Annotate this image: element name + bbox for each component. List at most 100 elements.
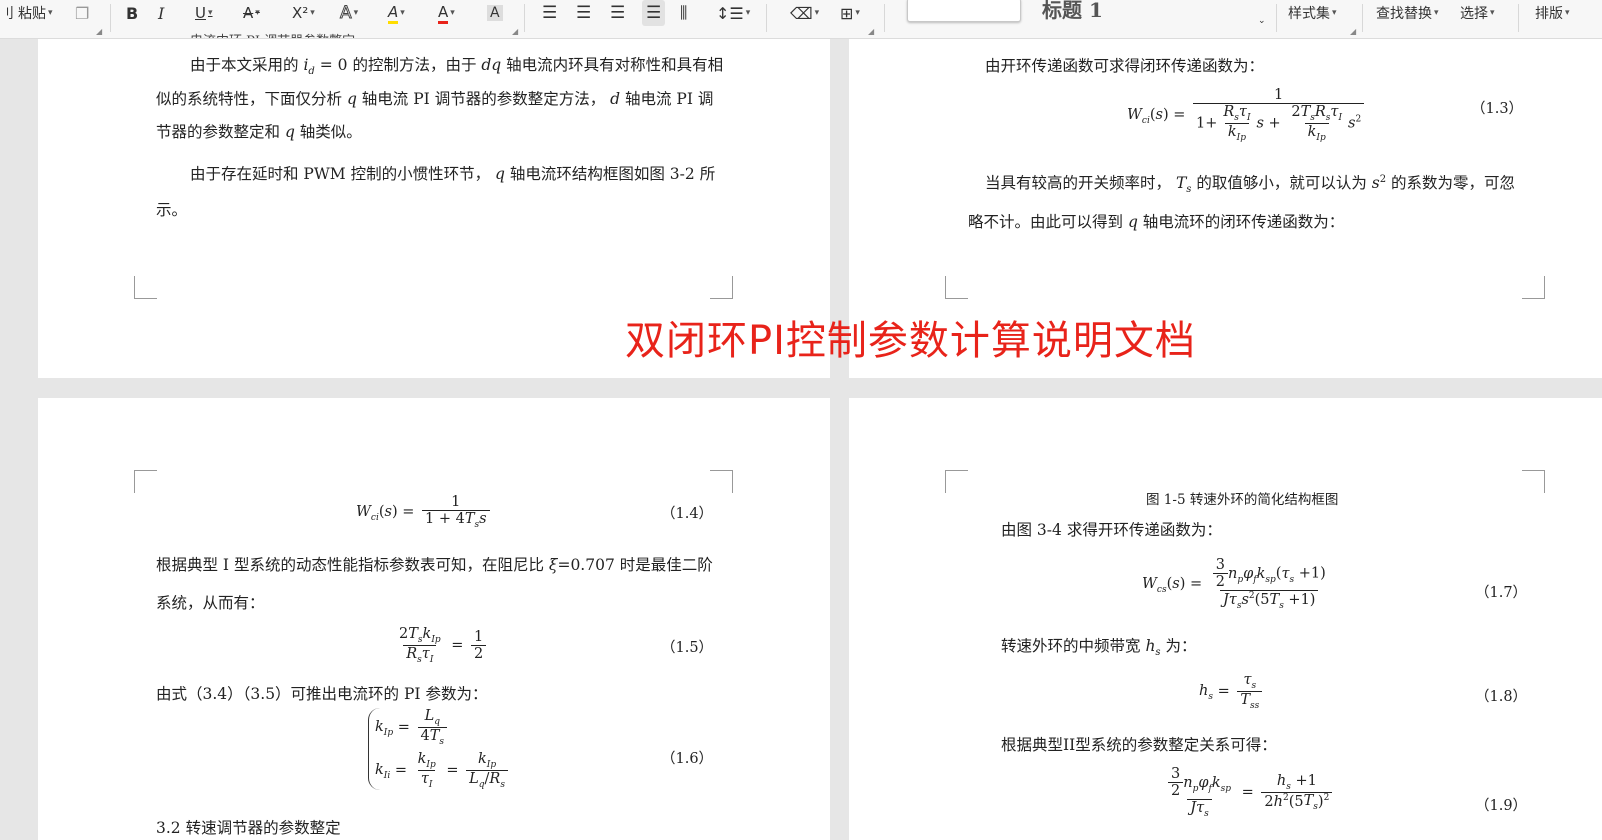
equation-1-3: Wci(s) = 1 1+ RsτI kIp s + 2TsRsτI kIp s2 <box>1127 87 1367 143</box>
paragraph-line: 由于本文采用的 id = 0 的控制方法，由于 dq 轴电流内环具有对称性和具有… <box>190 56 724 78</box>
chevron-down-icon: ▾ <box>1434 8 1439 18</box>
paste-label: 粘贴 <box>18 6 46 22</box>
margin-mark <box>945 470 968 493</box>
dialog-launcher-icon[interactable]: ◢ <box>96 27 102 36</box>
distributed-icon[interactable]: ⫼ <box>680 0 687 26</box>
margin-mark <box>710 470 733 493</box>
chevron-down-icon: ▾ <box>1490 8 1495 18</box>
margin-mark <box>134 276 157 299</box>
underline-label: U <box>195 4 206 22</box>
superscript-button[interactable]: X² ▾ <box>292 0 315 26</box>
chevron-down-icon: ▾ <box>48 8 53 18</box>
equation-number: （1.3） <box>1471 101 1524 117</box>
divider <box>1276 4 1277 32</box>
gallery-more-icon[interactable]: ⌄ <box>1258 16 1266 26</box>
char-shading-icon: A <box>487 5 503 21</box>
paragraph-line: 节器的参数整定和 q 轴类似。 <box>156 123 362 141</box>
divider <box>766 4 767 32</box>
chevron-down-icon: ▾ <box>1332 8 1337 18</box>
find-replace-label: 查找替换 <box>1376 6 1432 22</box>
line-spacing-icon[interactable]: ↕☰ ▾ <box>716 0 750 26</box>
margin-mark <box>945 276 968 299</box>
title-banner: 双闭环PI控制参数计算说明文档 <box>625 318 1196 364</box>
strikethrough-button[interactable]: A ▾ <box>243 0 260 26</box>
equation-number: （1.5） <box>661 640 714 656</box>
paragraph-line: 示。 <box>156 201 188 219</box>
superscript-label: X² <box>292 4 309 22</box>
format-painter-fragment[interactable]: 刂 <box>0 0 14 26</box>
paragraph-line: 当具有较高的开关频率时， Ts 的取值够小，就可以认为 s2 的系数为零，可忽 <box>985 173 1516 196</box>
chevron-down-icon: ▾ <box>400 8 405 18</box>
select-button[interactable]: 选择 ▾ <box>1460 0 1495 26</box>
margin-mark <box>1522 276 1545 299</box>
paragraph-line: 系统，从而有： <box>156 594 265 612</box>
justify-icon[interactable]: ☰ <box>642 0 666 26</box>
margin-mark <box>1522 470 1545 493</box>
chevron-down-icon: ▾ <box>207 8 213 18</box>
divider <box>110 4 111 32</box>
layout-button[interactable]: 排版 ▾ <box>1535 0 1570 26</box>
dialog-launcher-icon[interactable]: ◢ <box>868 27 874 36</box>
paragraph-line: 根据典型II型系统的参数整定关系可得： <box>1001 736 1277 754</box>
divider <box>524 4 525 32</box>
strikethrough-label: A <box>243 4 254 22</box>
layout-label: 排版 <box>1535 6 1563 22</box>
chevron-down-icon: ▾ <box>450 8 455 18</box>
equation-1-9: 3 2 npφfksp Jτs = hs +1 2h2(5Ts)2 <box>1162 766 1335 819</box>
divider <box>1518 4 1519 32</box>
cut-off-line: 电流内环 PI 调节器参数整定 <box>190 30 355 38</box>
highlight-button[interactable]: A ▾ <box>388 0 405 26</box>
equation-number: （1.8） <box>1475 689 1528 705</box>
paragraph-line: 由图 3-4 求得开环传递函数为： <box>1001 521 1222 539</box>
paragraph-line: 转速外环的中频带宽 hs 为： <box>1001 637 1197 659</box>
align-left-icon[interactable]: ☰ <box>542 0 557 26</box>
chevron-down-icon: ▾ <box>255 8 260 18</box>
find-replace-button[interactable]: 查找替换 ▾ <box>1376 0 1439 26</box>
equation-1-4: Wci(s) = 11 + 4Tss <box>356 494 493 530</box>
font-color-button[interactable]: A ▾ <box>438 0 455 26</box>
style-set-button[interactable]: 样式集 ▾ <box>1288 0 1337 26</box>
align-center-icon[interactable]: ☰ <box>576 0 591 26</box>
section-heading: 3.2 转速调节器的参数整定 <box>156 819 341 837</box>
select-label: 选择 <box>1460 6 1488 22</box>
equation-number: （1.7） <box>1475 585 1528 601</box>
margin-mark <box>710 276 733 299</box>
paragraph-line: 由于存在延时和 PWM 控制的小惯性环节， q 轴电流环结构框图如图 3-2 所 <box>190 165 716 183</box>
style-gallery-normal[interactable] <box>907 0 1021 22</box>
paste-button[interactable]: 粘贴 ▾ <box>18 0 53 26</box>
chevron-down-icon: ▾ <box>855 8 860 18</box>
font-color-icon: A <box>438 3 449 24</box>
clear-format-icon[interactable]: ⌫ ▾ <box>790 0 819 26</box>
chevron-down-icon: ▾ <box>310 8 315 18</box>
underline-button[interactable]: U ▾ <box>195 0 213 26</box>
bold-button[interactable]: B <box>126 0 138 26</box>
italic-button[interactable]: I <box>158 0 164 26</box>
chevron-down-icon: ▾ <box>814 8 820 18</box>
divider <box>1362 4 1363 32</box>
chevron-down-icon: ▾ <box>353 8 359 18</box>
page-4[interactable]: 图 1-5 转速外环的简化结构框图 由图 3-4 求得开环传递函数为： Wcs(… <box>849 398 1602 840</box>
equation-1-8: hs = τs Tss <box>1199 672 1265 711</box>
figure-caption: 图 1-5 转速外环的简化结构框图 <box>1146 492 1339 508</box>
char-shading-button[interactable]: A <box>487 0 503 26</box>
highlight-icon: A <box>388 3 399 24</box>
copy-format-icon[interactable]: ❐ <box>75 0 89 26</box>
margin-mark <box>134 470 157 493</box>
dialog-launcher-icon[interactable]: ◢ <box>512 27 518 36</box>
chevron-down-icon: ▾ <box>745 8 751 18</box>
equation-number: （1.4） <box>661 506 714 522</box>
paragraph-line: 根据典型 I 型系统的动态性能指标参数表可知，在阻尼比 ξ=0.707 时是最佳… <box>156 556 713 574</box>
text-effect-button[interactable]: A ▾ <box>340 0 359 26</box>
chevron-down-icon: ▾ <box>1565 8 1570 18</box>
border-icon[interactable]: ⊞ ▾ <box>840 0 860 26</box>
equation-1-6: kIp = Lq 4Ts kIi = kIp τI = kIp Lq/Rs <box>368 708 511 790</box>
page-3[interactable]: Wci(s) = 11 + 4Tss （1.4） 根据典型 I 型系统的动态性能… <box>38 398 830 840</box>
style-set-label: 样式集 <box>1288 6 1330 22</box>
equation-number: （1.9） <box>1475 798 1528 814</box>
style-gallery-heading1[interactable]: 标题 1 <box>1042 0 1103 23</box>
paragraph-line: 略不计。由此可以得到 q 轴电流环的闭环传递函数为： <box>968 213 1345 231</box>
equation-1-5: 2TskIp RsτI = 12 <box>393 626 489 665</box>
dialog-launcher-icon[interactable]: ◢ <box>1350 27 1356 36</box>
text-effect-icon: A <box>340 3 353 24</box>
align-right-icon[interactable]: ☰ <box>610 0 625 26</box>
